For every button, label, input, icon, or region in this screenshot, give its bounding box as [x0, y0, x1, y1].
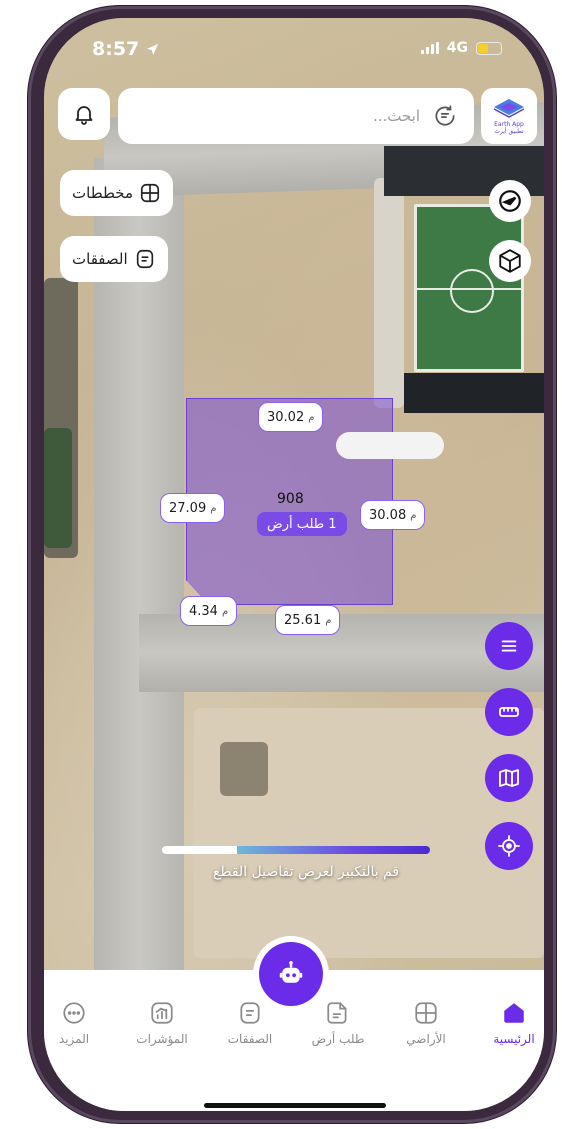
land-request-icon	[327, 1002, 347, 1024]
plans-button[interactable]: مخططات	[60, 170, 174, 216]
dimension-value: 25.61	[284, 612, 322, 628]
home-indicator	[204, 1103, 386, 1108]
nav-label-deals: الصفقات	[227, 1032, 273, 1046]
search-bar[interactable]	[118, 88, 474, 144]
dimension-unit: م	[410, 509, 417, 521]
deals-document-icon	[136, 249, 153, 269]
network-type: 4G	[446, 40, 468, 56]
assistant-button-inner	[259, 942, 323, 1006]
crosshair-icon	[498, 835, 520, 857]
nav-label-more: المزيد	[58, 1032, 90, 1046]
nav-label-home: الرئيسية	[493, 1032, 535, 1046]
search-input[interactable]	[180, 107, 420, 125]
plans-grid-icon	[140, 183, 160, 203]
stadium-stand	[404, 373, 544, 413]
parcel-number: 908	[277, 491, 304, 507]
dimension-unit: م	[221, 605, 229, 617]
dimension-unit: م	[325, 614, 332, 626]
map-type-button[interactable]	[485, 754, 533, 802]
zoom-level-bar	[162, 846, 430, 854]
dimension-value: 4.34	[189, 603, 218, 619]
plot-upper-right	[374, 178, 404, 408]
dimension-bottom: 25.61 م	[275, 605, 341, 635]
location-arrow-icon	[147, 43, 159, 55]
signal-icon	[420, 42, 439, 54]
plans-label: مخططات	[72, 184, 134, 202]
dimension-value: 30.02	[267, 409, 305, 425]
nav-label-indicators: المؤشرات	[136, 1032, 188, 1046]
menu-lines-icon	[501, 640, 517, 652]
logo-subtitle: تطبيق أيرث	[494, 128, 524, 135]
dimension-corner: 4.34 م	[180, 596, 238, 626]
nav-item-lands[interactable]: الأراضي	[383, 1000, 469, 1046]
logo-title: Earth App	[494, 121, 524, 128]
bell-icon	[75, 106, 93, 125]
dimension-unit: م	[210, 502, 217, 514]
battery-level	[478, 43, 488, 53]
plot-dark-left-2	[44, 428, 72, 548]
map-label-blank	[336, 432, 444, 459]
status-time: 8:57	[92, 38, 160, 60]
robot-icon	[279, 961, 303, 983]
nav-label-lands: الأراضي	[406, 1032, 446, 1046]
map-icon	[499, 769, 519, 787]
time-text: 8:57	[92, 38, 140, 60]
chart-icon	[151, 1002, 173, 1024]
app-screen: 30.02 م 27.09 م 30.08 م 4.34 م 25.61 م 9…	[44, 18, 544, 1111]
deals-map-button[interactable]: الصفقات	[60, 236, 168, 282]
football-pitch	[414, 204, 524, 372]
measure-button[interactable]	[485, 688, 533, 736]
status-bar: 8:57 4G	[44, 38, 544, 62]
assistant-button[interactable]	[253, 936, 329, 1012]
nav-item-more[interactable]: المزيد	[44, 1000, 117, 1046]
home-icon	[504, 1003, 524, 1023]
compass-button[interactable]	[489, 180, 531, 222]
dimension-right: 30.08 م	[360, 500, 426, 530]
compass-icon	[499, 190, 521, 212]
zoom-hint-text: قم بالتكبير لعرض تفاصيل القطع	[212, 864, 400, 880]
ruler-icon	[499, 707, 519, 717]
earth-app-logo-icon	[493, 99, 525, 118]
dimension-top: 30.02 م	[258, 402, 324, 432]
status-right: 4G	[420, 40, 502, 56]
app-logo[interactable]: Earth App تطبيق أيرث	[481, 88, 537, 144]
dimension-value: 27.09	[169, 500, 207, 516]
layers-menu-button[interactable]	[485, 622, 533, 670]
my-location-button[interactable]	[485, 822, 533, 870]
dimension-left: 27.09 م	[160, 493, 226, 523]
plot-structure	[220, 742, 268, 796]
nav-item-home[interactable]: الرئيسية	[471, 1000, 544, 1046]
battery-icon	[476, 41, 502, 55]
3d-view-button[interactable]	[489, 240, 531, 282]
more-dots-icon	[63, 1002, 85, 1024]
dimension-value: 30.08	[369, 507, 407, 523]
search-history-icon[interactable]	[432, 103, 458, 129]
3d-cube-icon	[499, 249, 521, 273]
nav-label-land-request: طلب أرض	[311, 1032, 365, 1046]
dimension-unit: م	[308, 411, 315, 423]
land-request-badge[interactable]: 1 طلب أرض	[257, 512, 347, 536]
lands-grid-icon	[415, 1002, 437, 1024]
notifications-button[interactable]	[58, 88, 110, 140]
nav-item-indicators[interactable]: المؤشرات	[119, 1000, 205, 1046]
deals-label: الصفقات	[72, 250, 128, 268]
deals-icon	[240, 1002, 260, 1024]
